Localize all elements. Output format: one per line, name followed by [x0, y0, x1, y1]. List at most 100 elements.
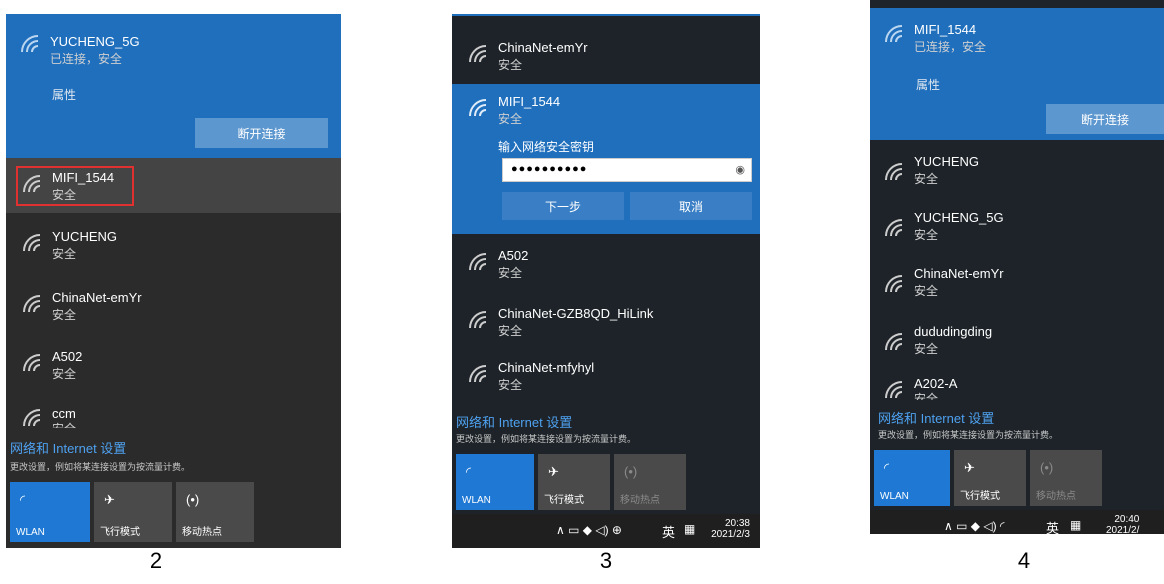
network-security: 安全: [52, 247, 77, 261]
airplane-icon: ✈: [548, 464, 559, 479]
next-button[interactable]: 下一步: [502, 192, 624, 220]
network-security: 安全: [498, 324, 523, 338]
network-security: 安全: [914, 392, 939, 400]
network-security: 安全: [498, 58, 523, 72]
tile-wlan[interactable]: ◜ WLAN: [10, 482, 90, 542]
network-security: 安全: [914, 284, 939, 298]
properties-link[interactable]: 属性: [52, 86, 76, 103]
step-caption-3: 3: [599, 548, 613, 573]
cancel-button[interactable]: 取消: [630, 192, 752, 220]
disconnect-button[interactable]: 断开连接: [195, 118, 328, 148]
network-item[interactable]: A502 安全: [6, 339, 341, 394]
key-value: ●●●●●●●●●●: [511, 163, 588, 175]
tile-label: 飞行模式: [100, 527, 140, 538]
keyboard-icon[interactable]: ▦: [684, 522, 695, 536]
settings-hint: 更改设置，例如将某连接设置为按流量计费。: [456, 434, 637, 444]
tray-icons[interactable]: ∧ ▭ ◆ ◁) ⊕: [556, 523, 622, 537]
tray-icons[interactable]: ∧ ▭ ◆ ◁) ◜: [944, 519, 1005, 533]
tile-hotspot[interactable]: (•) 移动热点: [176, 482, 254, 542]
network-security: 安全: [914, 228, 939, 242]
network-item[interactable]: ChinaNet-emYr 安全: [452, 28, 760, 84]
taskbar: ∧ ▭ ◆ ◁) ◜ 英 ▦ 20:40 2021/2/: [870, 510, 1164, 534]
clock[interactable]: 20:38 2021/2/3: [711, 518, 750, 540]
clock-date: 2021/2/3: [711, 529, 750, 540]
disconnect-button[interactable]: 断开连接: [1046, 104, 1164, 134]
security-key-input[interactable]: ●●●●●●●●●● ◉: [502, 158, 752, 182]
network-security: 安全: [52, 367, 77, 381]
tile-label: WLAN: [880, 491, 909, 502]
tile-label: 移动热点: [1036, 491, 1076, 502]
wifi-icon: ◜: [466, 464, 472, 479]
properties-link[interactable]: 属性: [916, 76, 940, 93]
network-security: 安全: [498, 266, 523, 280]
network-item[interactable]: ccm 安全: [6, 396, 341, 428]
network-ssid: A502: [498, 248, 529, 263]
tile-label: WLAN: [462, 495, 491, 506]
tile-label: 移动热点: [620, 495, 660, 506]
network-settings-link[interactable]: 网络和 Internet 设置: [10, 438, 126, 457]
network-security: 安全: [498, 112, 523, 126]
keyboard-icon[interactable]: ▦: [1070, 518, 1081, 532]
network-item[interactable]: ChinaNet-emYr 安全: [870, 258, 1164, 314]
wifi-icon: [469, 99, 487, 117]
highlight-box: [16, 166, 134, 206]
network-ssid: ccm: [52, 406, 76, 421]
network-item-mifi[interactable]: MIFI_1544 安全: [6, 158, 341, 213]
network-ssid: YUCHENG_5G: [914, 210, 1004, 225]
clock-time: 20:40: [1114, 514, 1140, 525]
settings-hint: 更改设置，例如将某连接设置为按流量计费。: [10, 462, 191, 472]
connected-network[interactable]: YUCHENG_5G 已连接，安全 属性 断开连接: [6, 14, 341, 158]
network-item[interactable]: ChinaNet-GZB8QD_HiLink 安全: [452, 294, 760, 350]
settings-hint: 更改设置，例如将某连接设置为按流量计费。: [878, 430, 1059, 440]
network-ssid: ChinaNet-mfyhyl: [498, 360, 595, 375]
network-security: 安全: [498, 378, 523, 392]
tile-label: 飞行模式: [960, 491, 1000, 502]
clock-date: 2021/2/: [1106, 525, 1140, 534]
wifi-icon: [885, 381, 903, 399]
step-caption-2: 2: [149, 548, 163, 573]
network-item[interactable]: ChinaNet-emYr 安全: [6, 280, 341, 335]
tile-hotspot[interactable]: (•) 移动热点: [1030, 450, 1102, 506]
wifi-icon: [23, 354, 41, 372]
connected-network[interactable]: MIFI_1544 已连接，安全 属性 断开连接: [870, 8, 1164, 140]
network-item[interactable]: A502 安全: [452, 236, 760, 292]
selected-network[interactable]: MIFI_1544 安全 输入网络安全密钥 ●●●●●●●●●● ◉ 下一步 取…: [452, 84, 760, 234]
network-item[interactable]: YUCHENG_5G 安全: [870, 202, 1164, 258]
wifi-icon: [885, 275, 903, 293]
taskbar: ∧ ▭ ◆ ◁) ⊕ 英 ▦ 20:38 2021/2/3: [452, 514, 760, 548]
network-item[interactable]: A202-A 安全: [870, 370, 1164, 400]
network-security: 安全: [52, 308, 77, 322]
tile-airplane[interactable]: ✈ 飞行模式: [954, 450, 1026, 506]
wifi-icon: [23, 295, 41, 313]
reveal-password-icon[interactable]: ◉: [735, 163, 745, 176]
network-item[interactable]: YUCHENG 安全: [6, 219, 341, 274]
tile-airplane[interactable]: ✈ 飞行模式: [94, 482, 172, 542]
wifi-icon: [469, 311, 487, 329]
network-settings-link[interactable]: 网络和 Internet 设置: [878, 408, 994, 427]
top-accent: [452, 14, 760, 16]
hotspot-icon: (•): [186, 492, 200, 507]
network-item[interactable]: dududingding 安全: [870, 316, 1164, 372]
network-ssid: YUCHENG: [52, 229, 118, 244]
network-item[interactable]: YUCHENG 安全: [870, 146, 1164, 202]
screenshot-step-2: YUCHENG_5G 已连接，安全 属性 断开连接 MIFI_1544 安全 Y…: [6, 14, 341, 548]
network-item[interactable]: ChinaNet-mfyhyl 安全: [452, 348, 760, 404]
wifi-icon: [469, 253, 487, 271]
wifi-icon: ◜: [884, 460, 890, 475]
wifi-icon: [885, 219, 903, 237]
tile-label: 飞行模式: [544, 495, 584, 506]
clock[interactable]: 20:40 2021/2/: [1106, 514, 1139, 534]
key-label: 输入网络安全密钥: [498, 140, 595, 154]
network-ssid: A502: [52, 349, 83, 364]
wifi-icon: [885, 25, 903, 43]
tile-wlan[interactable]: ◜ WLAN: [456, 454, 534, 510]
tile-airplane[interactable]: ✈ 飞行模式: [538, 454, 610, 510]
network-settings-link[interactable]: 网络和 Internet 设置: [456, 412, 572, 431]
ime-indicator[interactable]: 英: [1046, 518, 1059, 534]
network-status: 已连接，安全: [50, 52, 123, 66]
ime-indicator[interactable]: 英: [662, 522, 675, 541]
tile-wlan[interactable]: ◜ WLAN: [874, 450, 950, 506]
clock-time: 20:38: [724, 518, 750, 529]
wifi-icon: [23, 409, 41, 427]
tile-hotspot[interactable]: (•) 移动热点: [614, 454, 686, 510]
